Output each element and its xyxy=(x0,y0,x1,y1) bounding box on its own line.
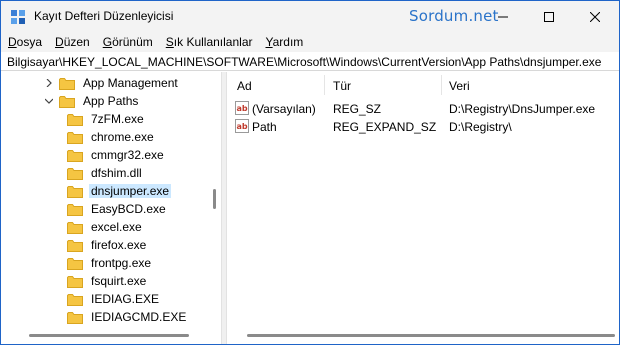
column-header-name[interactable]: Ad xyxy=(237,79,252,93)
column-divider[interactable] xyxy=(441,75,442,95)
tree-item[interactable]: dfshim.dll xyxy=(67,164,144,182)
tree-item[interactable]: firefox.exe xyxy=(67,236,148,254)
tree-item[interactable]: IEDIAG.EXE xyxy=(67,290,161,308)
value-data: D:\Registry\ xyxy=(449,120,512,134)
value-name: (Varsayılan) xyxy=(252,102,316,116)
maximize-button[interactable] xyxy=(526,1,572,32)
folder-icon xyxy=(67,113,83,126)
registry-editor-window: Kayıt Defteri Düzenleyicisi Sordum.net D… xyxy=(0,0,620,345)
tree-item-label: EasyBCD.exe xyxy=(91,202,166,216)
value-name: Path xyxy=(252,120,277,134)
menu-help[interactable]: Yardım xyxy=(259,35,310,49)
tree-item-label: 7zFM.exe xyxy=(91,112,144,126)
tree-item-label: firefox.exe xyxy=(91,238,147,252)
key-tree: App Management App Paths 7zFM.exe chrome.ex… xyxy=(1,72,220,344)
string-value-icon: ab xyxy=(235,101,249,115)
folder-icon xyxy=(67,293,83,306)
tree-item[interactable]: fsquirt.exe xyxy=(67,272,148,290)
value-type: REG_SZ xyxy=(333,102,382,116)
folder-icon xyxy=(67,221,83,234)
column-header-type[interactable]: Tür xyxy=(333,79,351,93)
title-bar[interactable]: Kayıt Defteri Düzenleyicisi Sordum.net xyxy=(1,1,619,32)
maximize-icon xyxy=(544,11,554,22)
tree-item[interactable]: excel.exe xyxy=(67,218,144,236)
value-data: D:\Registry\DnsJumper.exe xyxy=(449,102,596,116)
values-horizontal-scrollbar[interactable] xyxy=(227,327,619,344)
tree-item-label: App Management xyxy=(83,76,178,90)
tree-item-label: cmmgr32.exe xyxy=(91,148,164,162)
value-row[interactable]: ab (Varsayılan) REG_SZ D:\Registry\DnsJu… xyxy=(227,100,619,118)
folder-icon xyxy=(67,167,83,180)
value-type: REG_EXPAND_SZ xyxy=(333,120,437,134)
menu-bar: Dosya Düzen Görünüm Sık Kullanılanlar Ya… xyxy=(1,32,619,52)
tree-item[interactable]: cmmgr32.exe xyxy=(67,146,166,164)
minimize-icon xyxy=(498,16,508,17)
tree-item-label: IEDIAG.EXE xyxy=(91,292,160,306)
column-divider[interactable] xyxy=(324,75,325,95)
close-icon xyxy=(590,11,600,22)
folder-icon xyxy=(67,131,83,144)
tree-item[interactable]: 7zFM.exe xyxy=(67,110,146,128)
tree-item-label: fsquirt.exe xyxy=(91,274,147,288)
menu-view[interactable]: Görünüm xyxy=(96,35,159,49)
menu-favorites[interactable]: Sık Kullanılanlar xyxy=(159,35,259,49)
menu-edit[interactable]: Düzen xyxy=(48,35,96,49)
registry-editor-icon xyxy=(11,10,25,24)
tree-item-label: IEDIAGCMD.EXE xyxy=(91,310,187,324)
folder-icon xyxy=(67,275,83,288)
folder-icon xyxy=(59,77,75,90)
tree-item-label: dnsjumper.exe xyxy=(89,184,172,198)
tree-vertical-scrollbar[interactable] xyxy=(205,72,221,327)
close-button[interactable] xyxy=(572,1,618,32)
tree-item-label: excel.exe xyxy=(91,220,142,234)
scroll-thumb[interactable] xyxy=(29,334,189,337)
tree-item-label: frontpg.exe xyxy=(91,256,152,270)
tree-item-label: App Paths xyxy=(83,94,139,108)
address-bar[interactable]: Bilgisayar\HKEY_LOCAL_MACHINE\SOFTWARE\M… xyxy=(1,53,619,71)
tree-horizontal-scrollbar[interactable] xyxy=(1,327,220,344)
tree-item[interactable]: App Management xyxy=(43,74,180,92)
folder-icon xyxy=(67,203,83,216)
menu-file[interactable]: Dosya xyxy=(1,35,48,49)
tree-item[interactable]: chrome.exe xyxy=(67,128,156,146)
tree-item[interactable]: dnsjumper.exe xyxy=(67,182,172,200)
chevron-down-icon[interactable] xyxy=(43,95,55,107)
window-title: Kayıt Defteri Düzenleyicisi xyxy=(34,9,174,23)
tree-item[interactable]: App Paths xyxy=(43,92,140,110)
tree-item-label: chrome.exe xyxy=(91,130,154,144)
svg-text:ab: ab xyxy=(237,104,248,113)
scroll-thumb[interactable] xyxy=(213,189,216,209)
svg-text:ab: ab xyxy=(237,122,248,131)
values-list: Ad Tür Veri ab (Varsayılan) REG_SZ D:\Re… xyxy=(227,72,619,344)
string-value-icon: ab xyxy=(235,119,249,133)
folder-icon xyxy=(67,239,83,252)
column-header-data[interactable]: Veri xyxy=(449,79,470,93)
minimize-button[interactable] xyxy=(480,1,526,32)
folder-icon xyxy=(59,95,75,108)
tree-item[interactable]: frontpg.exe xyxy=(67,254,153,272)
tree-item[interactable]: EasyBCD.exe xyxy=(67,200,168,218)
value-row[interactable]: ab Path REG_EXPAND_SZ D:\Registry\ xyxy=(227,118,619,136)
folder-icon xyxy=(67,257,83,270)
scroll-thumb[interactable] xyxy=(247,334,615,337)
folder-icon xyxy=(67,311,83,324)
folder-icon xyxy=(67,149,83,162)
chevron-right-icon[interactable] xyxy=(43,77,55,89)
tree-item-label: dfshim.dll xyxy=(91,166,142,180)
tree-item[interactable]: IEDIAGCMD.EXE xyxy=(67,308,188,326)
folder-icon xyxy=(67,185,83,198)
